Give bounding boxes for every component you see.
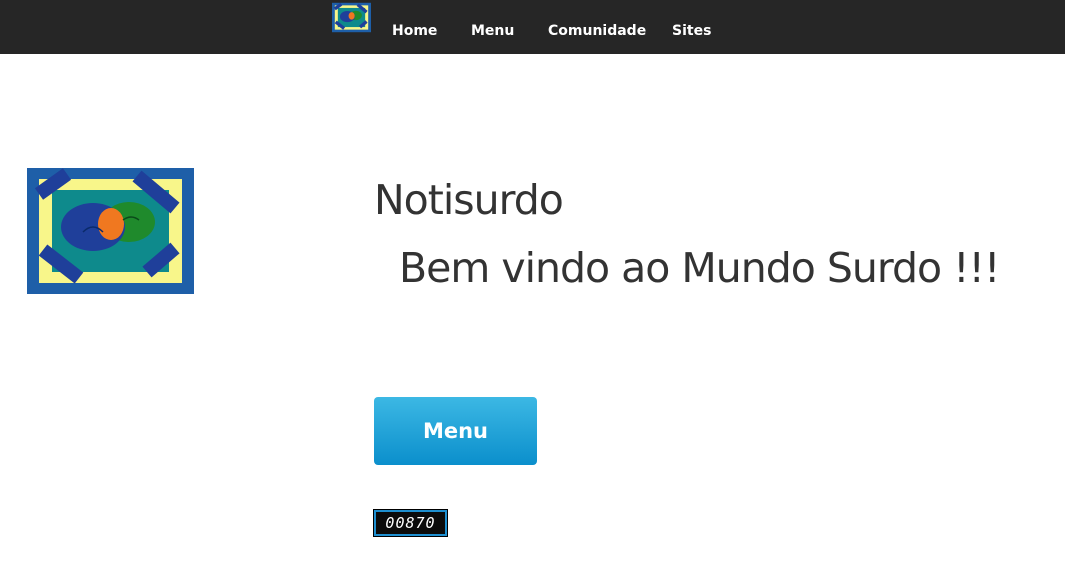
visit-counter: 00870 (373, 509, 448, 537)
nav-item-menu[interactable]: Menu (471, 22, 514, 40)
site-subtitle: Bem vindo ao Mundo Surdo !!! (399, 244, 1000, 292)
nav-item-comunidade[interactable]: Comunidade (548, 22, 646, 40)
top-navigation-bar: Home Menu Comunidade Sites (0, 0, 1065, 54)
menu-button[interactable]: Menu (374, 397, 537, 465)
nav-item-sites[interactable]: Sites (672, 22, 711, 40)
notisurdo-logo-icon[interactable] (332, 0, 371, 35)
site-title: Notisurdo (374, 176, 564, 224)
notisurdo-logo-icon (27, 168, 194, 294)
nav-item-home[interactable]: Home (392, 22, 437, 40)
